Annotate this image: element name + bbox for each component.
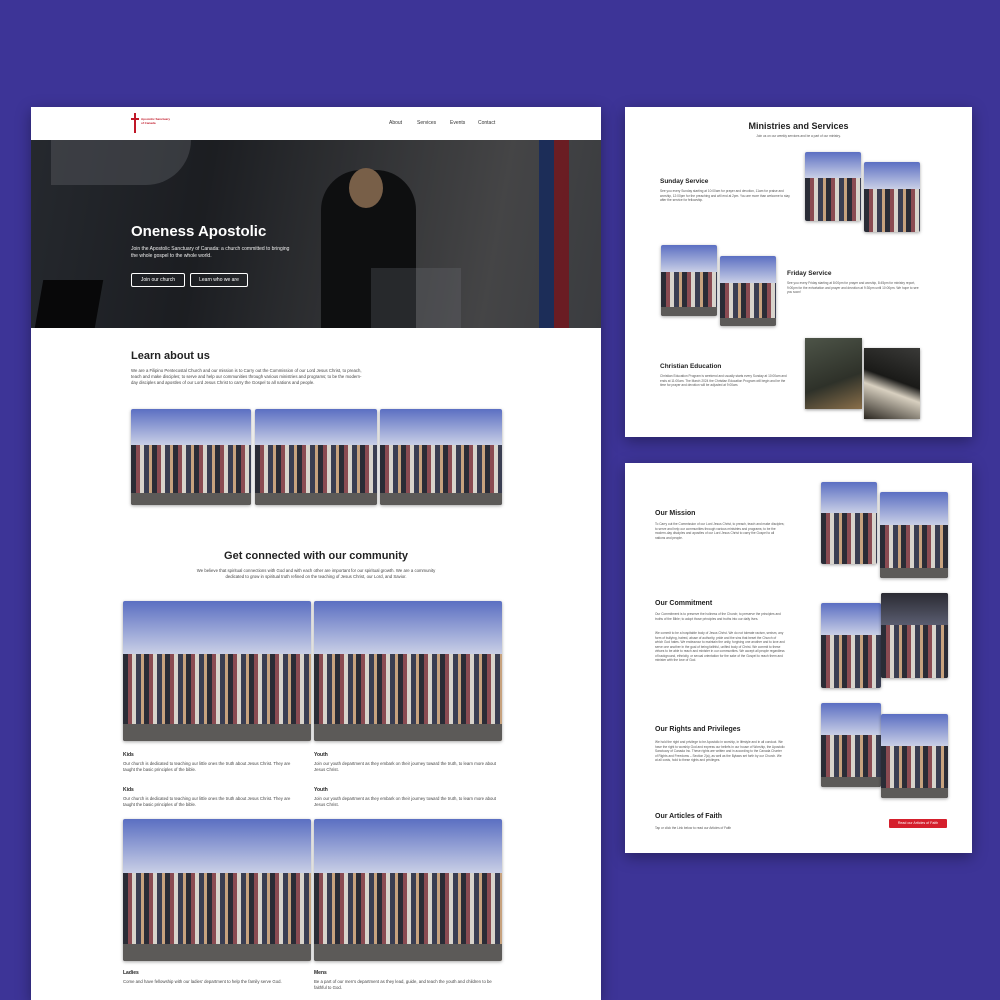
group-desc: Join our youth department as they embark… (314, 761, 497, 772)
mission-photo-1 (821, 482, 877, 564)
rights-photo-1 (821, 703, 881, 787)
faith-text: Tap or click the Link below to read our … (655, 826, 732, 830)
nav-contact[interactable]: Contact (478, 120, 495, 126)
congregation-photo-3 (380, 409, 502, 505)
community-title: Get connected with our community (224, 550, 408, 562)
hero-title: Oneness Apostolic (131, 223, 267, 240)
commitment-photo-1 (821, 603, 881, 688)
about-panel: Our Mission To Carry out the Commission … (625, 463, 972, 853)
mens-photo (314, 819, 502, 961)
read-articles-button[interactable]: Read our Articles of Faith (889, 819, 947, 828)
ministries-subtitle: Join us on our weekly services and be a … (756, 134, 841, 138)
sunday-service-photo-2 (864, 162, 920, 232)
site-header: Apostolic Sanctuary of Canada About Serv… (31, 107, 601, 140)
ministry-desc: See you every Friday starting at 8:00pm … (787, 281, 919, 294)
sunday-service-photo-1 (805, 152, 861, 221)
friday-service-photo-1 (661, 245, 717, 316)
ministry-desc: See you every Sunday starting at 10:00am… (660, 189, 790, 202)
rights-title: Our Rights and Privileges (655, 726, 741, 733)
group-name: Kids (123, 787, 134, 793)
mission-title: Our Mission (655, 510, 696, 517)
nav-about[interactable]: About (389, 120, 402, 126)
commitment-title: Our Commitment (655, 600, 713, 607)
ministry-title: Friday Service (787, 270, 832, 277)
group-name: Youth (314, 787, 328, 793)
commitment-text-2: We commit to be a hospitable body of Jes… (655, 631, 785, 662)
learn-who-button[interactable]: Learn who we are (190, 273, 248, 287)
ministries-panel: Ministries and Services Join us on our w… (625, 107, 972, 437)
group-desc: Be a part of our men's department as the… (314, 979, 492, 990)
congregation-photo-2 (255, 409, 377, 505)
faith-title: Our Articles of Faith (655, 813, 723, 820)
church-logo[interactable]: Apostolic Sanctuary of Canada (131, 113, 173, 133)
homepage-panel: Apostolic Sanctuary of Canada About Serv… (31, 107, 601, 1000)
hero-banner: Oneness Apostolic Join the Apostolic San… (31, 140, 601, 328)
mission-text: To Carry out the Commission of our Lord … (655, 522, 785, 540)
rights-photo-2 (881, 714, 948, 798)
group-desc: Come and have fellowship with our ladies… (123, 979, 282, 984)
join-church-button[interactable]: Join our church (131, 273, 185, 287)
mission-photo-2 (880, 492, 948, 578)
group-name: Youth (314, 752, 328, 758)
learn-text: We are a Filipino Pentecostal Church and… (131, 368, 362, 385)
group-desc: Our church is dedicated to teaching our … (123, 796, 291, 807)
bible-photo-1 (805, 338, 862, 409)
ministries-title: Ministries and Services (748, 121, 849, 131)
ministry-title: Sunday Service (660, 178, 709, 185)
nav-services[interactable]: Services (417, 120, 436, 126)
congregation-photo-1 (131, 409, 251, 505)
ministry-desc: Christian Education Program is weekend a… (660, 374, 787, 387)
nav-events[interactable]: Events (450, 120, 465, 126)
ladies-photo (123, 819, 311, 961)
hero-subtitle: Join the Apostolic Sanctuary of Canada: … (131, 246, 290, 259)
group-desc: Join our youth department as they embark… (314, 796, 497, 807)
friday-service-photo-2 (720, 256, 776, 326)
learn-title: Learn about us (131, 350, 210, 362)
rights-text: We hold the right and privilege to be Ap… (655, 740, 785, 762)
cross-icon (131, 113, 139, 133)
group-name: Mens (314, 970, 327, 976)
logo-text: Apostolic Sanctuary of Canada (141, 117, 171, 125)
commitment-photo-2 (881, 593, 948, 678)
commitment-text: Our Commitment is to preserve the holine… (655, 612, 781, 621)
group-name: Kids (123, 752, 134, 758)
community-text: We believe that spiritual connections wi… (196, 568, 436, 579)
kids-photo (123, 601, 311, 741)
youth-photo (314, 601, 502, 741)
group-name: Ladies (123, 970, 139, 976)
ministry-title: Christian Education (660, 363, 722, 370)
bible-photo-2 (864, 348, 920, 419)
group-desc: Our church is dedicated to teaching our … (123, 761, 291, 772)
